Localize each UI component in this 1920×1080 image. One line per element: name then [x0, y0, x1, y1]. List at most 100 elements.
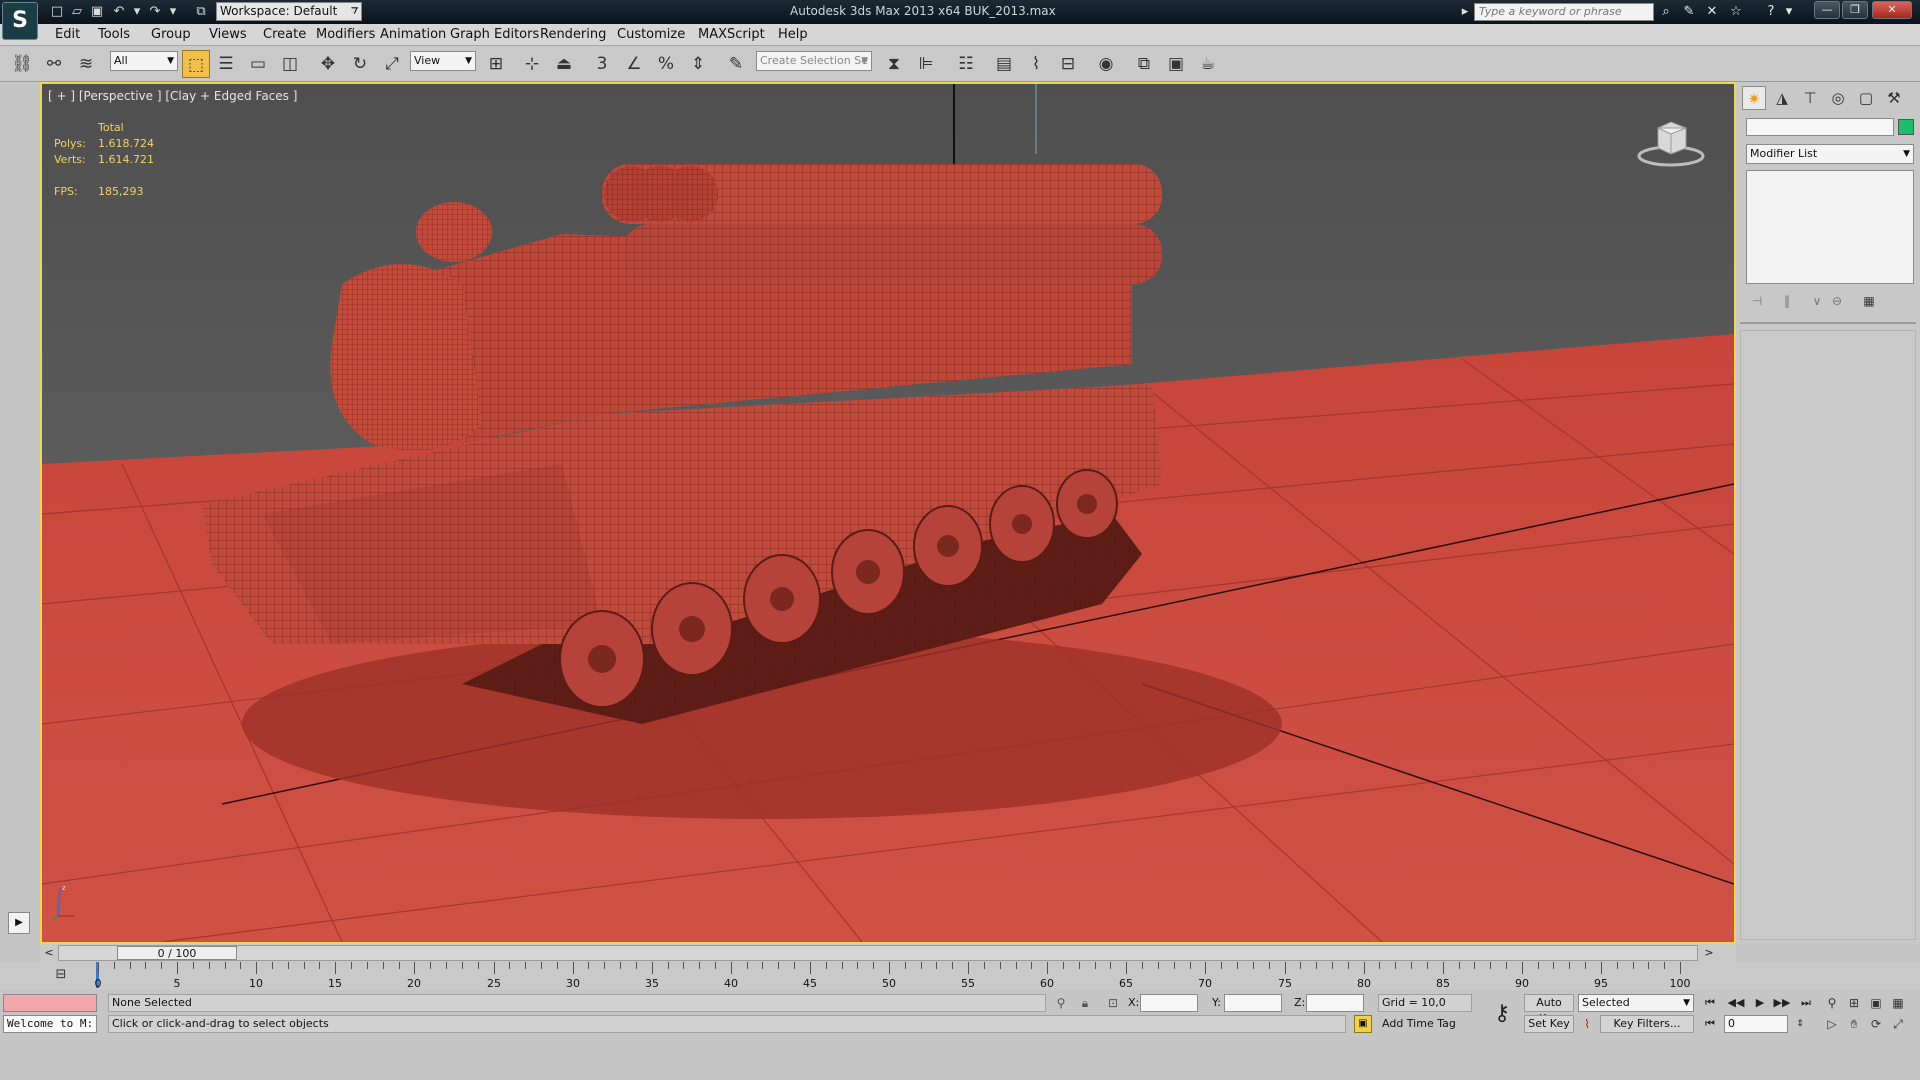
motion-tab-icon[interactable]: ◎: [1826, 86, 1850, 110]
redo-icon[interactable]: ↷: [146, 3, 164, 20]
redo-dropdown-icon[interactable]: ▾: [164, 3, 182, 20]
perspective-viewport[interactable]: [ + ] [Perspective ] [Clay + Edged Faces…: [40, 82, 1736, 944]
viewcube-icon[interactable]: [1636, 114, 1706, 170]
select-and-manipulate-icon[interactable]: ⊹: [518, 50, 546, 78]
object-name-input[interactable]: [1746, 118, 1894, 136]
edit-named-selection-icon[interactable]: ✎: [722, 50, 750, 78]
play-icon[interactable]: ▶: [1750, 994, 1770, 1012]
add-time-tag-button[interactable]: Add Time Tag: [1378, 1015, 1474, 1033]
menu-rendering[interactable]: Rendering: [540, 27, 606, 42]
viewport-label[interactable]: [ + ] [Perspective ] [Clay + Edged Faces…: [48, 89, 297, 103]
modifier-stack[interactable]: [1746, 170, 1914, 284]
quick-access-dropdown-icon[interactable]: ▾: [344, 3, 362, 20]
minimize-button[interactable]: —: [1814, 1, 1840, 19]
save-icon[interactable]: ▣: [88, 3, 106, 20]
next-frame-icon[interactable]: ▶▶: [1772, 994, 1792, 1012]
reference-coordinate-dropdown[interactable]: View ▼: [410, 51, 476, 71]
communication-center-icon[interactable]: ✕: [1703, 3, 1721, 21]
zoom-extents-all-icon[interactable]: ▦: [1888, 994, 1908, 1012]
undo-dropdown-icon[interactable]: ▾: [128, 3, 146, 20]
maxscript-mini-input[interactable]: Welcome to M:: [3, 1015, 97, 1033]
named-selection-set-input[interactable]: Create Selection Se ▼: [756, 51, 872, 71]
undo-icon[interactable]: ↶: [110, 3, 128, 20]
binoculars-icon[interactable]: ⌕: [1657, 3, 1675, 21]
modify-tab-icon[interactable]: ◮: [1770, 86, 1794, 110]
object-color-swatch[interactable]: [1898, 119, 1914, 135]
configure-modifier-sets-icon[interactable]: ▦: [1858, 290, 1880, 312]
display-tab-icon[interactable]: ▢: [1854, 86, 1878, 110]
remove-modifier-icon[interactable]: ⊖: [1826, 290, 1848, 312]
show-end-result-icon[interactable]: ‖: [1776, 290, 1798, 312]
subscription-icon[interactable]: ✎: [1680, 3, 1698, 21]
mirror-icon[interactable]: ⧗: [880, 50, 908, 78]
menu-edit[interactable]: Edit: [55, 27, 80, 42]
open-file-icon[interactable]: ▱: [68, 3, 86, 20]
maximize-viewport-icon[interactable]: ⤢: [1888, 1015, 1908, 1033]
menu-tools[interactable]: Tools: [98, 27, 130, 42]
expand-panel-icon[interactable]: ▶: [8, 912, 30, 934]
mini-curve-editor-icon[interactable]: ⊟: [50, 965, 72, 985]
rendered-frame-window-icon[interactable]: ▣: [1162, 50, 1190, 78]
make-unique-icon[interactable]: ∨: [1806, 290, 1828, 312]
go-to-end-icon[interactable]: ⏭: [1796, 994, 1816, 1012]
key-filters-button[interactable]: Key Filters...: [1600, 1015, 1694, 1033]
graphite-toolbar-icon[interactable]: ▤: [990, 50, 1018, 78]
default-in-out-tangents-icon[interactable]: ⌇: [1578, 1015, 1596, 1033]
select-and-rotate-icon[interactable]: ↻: [346, 50, 374, 78]
time-slider-prev[interactable]: <: [42, 946, 56, 960]
angle-snap-icon[interactable]: ∠: [620, 50, 648, 78]
time-slider-track[interactable]: 0 / 100: [58, 945, 1698, 961]
keyboard-shortcut-override-icon[interactable]: ⏏: [550, 50, 578, 78]
menu-help[interactable]: Help: [778, 27, 808, 42]
frame-ruler[interactable]: 0 5 10 15 20 25 30 35 40 45 50 55 60 65 70 75 80 85 90 95 10…: [95, 962, 1691, 990]
maximize-button[interactable]: ❐: [1842, 1, 1868, 19]
menu-views[interactable]: Views: [209, 27, 247, 42]
close-button[interactable]: ✕: [1872, 1, 1912, 19]
pivot-center-icon[interactable]: ⊞: [482, 50, 510, 78]
selection-lock-icon[interactable]: 🔒︎: [1076, 994, 1094, 1012]
pan-view-icon[interactable]: ✋︎: [1844, 1015, 1864, 1033]
hierarchy-tab-icon[interactable]: ⊤: [1798, 86, 1822, 110]
layer-manager-icon[interactable]: ☷: [952, 50, 980, 78]
expand-search-icon[interactable]: ▸: [1456, 3, 1474, 20]
y-coordinate-field[interactable]: [1224, 994, 1282, 1012]
percent-snap-icon[interactable]: %: [652, 50, 680, 78]
utilities-tab-icon[interactable]: ⚒: [1882, 86, 1906, 110]
isolate-selection-icon[interactable]: ⚲: [1052, 994, 1070, 1012]
time-slider-thumb[interactable]: 0 / 100: [117, 946, 237, 960]
menu-create[interactable]: Create: [263, 27, 306, 42]
spinner-snap-icon[interactable]: ⇕: [684, 50, 712, 78]
modifier-list-dropdown[interactable]: Modifier List ▼: [1746, 144, 1914, 164]
bind-to-space-warp-icon[interactable]: ≋: [72, 50, 100, 78]
menu-animation[interactable]: Animation: [380, 27, 446, 42]
set-key-button[interactable]: Set Key: [1524, 1015, 1574, 1033]
new-file-icon[interactable]: □: [48, 3, 66, 20]
zoom-all-icon[interactable]: ⊞: [1844, 994, 1864, 1012]
menu-maxscript[interactable]: MAXScript: [698, 27, 765, 42]
unlink-selection-icon[interactable]: ⚯: [40, 50, 68, 78]
select-and-move-icon[interactable]: ✥: [314, 50, 342, 78]
z-coordinate-field[interactable]: [1306, 994, 1364, 1012]
time-slider-next[interactable]: >: [1702, 946, 1716, 960]
schematic-view-icon[interactable]: ⊟: [1054, 50, 1082, 78]
curve-editor-icon[interactable]: ⌇: [1022, 50, 1050, 78]
key-selection-dropdown[interactable]: Selected ▼: [1578, 994, 1694, 1012]
x-coordinate-field[interactable]: [1140, 994, 1198, 1012]
snaps-toggle-icon[interactable]: 3: [588, 50, 616, 78]
select-by-name-icon[interactable]: ☰: [212, 50, 240, 78]
auto-key-button[interactable]: Auto Key: [1524, 994, 1574, 1025]
select-and-scale-icon[interactable]: ⤢: [378, 50, 406, 78]
rectangular-selection-region-icon[interactable]: ▭: [244, 50, 272, 78]
absolute-mode-icon[interactable]: ⊡: [1104, 994, 1122, 1012]
menu-modifiers[interactable]: Modifiers: [316, 27, 375, 42]
field-of-view-icon[interactable]: ▷: [1822, 1015, 1842, 1033]
render-production-icon[interactable]: ☕: [1194, 50, 1222, 78]
time-tag-icon[interactable]: ▣: [1354, 1015, 1372, 1033]
select-and-link-icon[interactable]: ⛓: [8, 50, 36, 78]
selection-filter-dropdown[interactable]: All ▼: [110, 51, 178, 71]
zoom-extents-icon[interactable]: ▣: [1866, 994, 1886, 1012]
render-setup-icon[interactable]: ⧉: [1130, 50, 1158, 78]
current-frame-input[interactable]: 0: [1724, 1015, 1788, 1033]
menu-graph-editors[interactable]: Graph Editors: [450, 27, 539, 42]
go-to-start-icon[interactable]: ⏮: [1700, 994, 1720, 1012]
